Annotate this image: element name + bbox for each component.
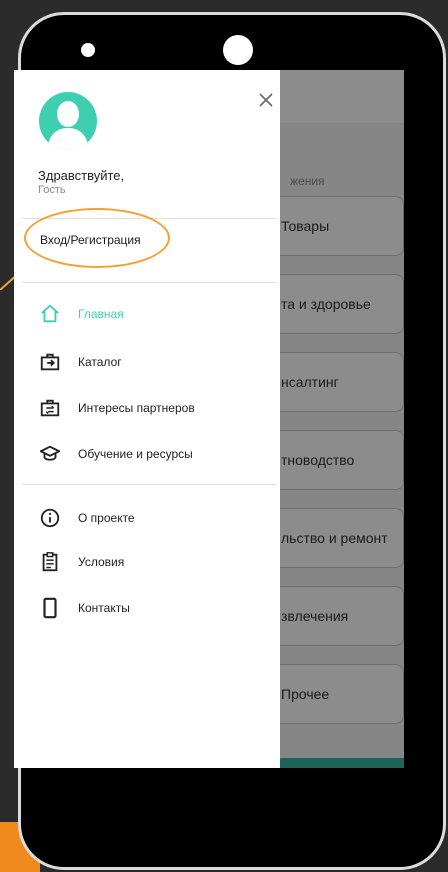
- info-icon: [38, 506, 62, 530]
- menu-item-label: Обучение и ресурсы: [78, 447, 193, 461]
- camera-sensor-dot: [81, 43, 95, 57]
- phone-screen: жения Товары та и здоровье нсалтинг тнов…: [14, 70, 404, 768]
- user-silhouette-icon: [47, 101, 89, 150]
- menu-item-terms[interactable]: Условия: [38, 550, 124, 574]
- menu-item-label: Интересы партнеров: [78, 401, 195, 415]
- login-register-link[interactable]: Вход/Регистрация: [40, 233, 141, 247]
- menu-item-label: Каталог: [78, 355, 122, 369]
- menu-item-label: Главная: [78, 307, 124, 321]
- greeting-text: Здравствуйте,: [38, 168, 125, 183]
- guest-label: Гость: [38, 184, 66, 196]
- front-camera: [223, 35, 253, 65]
- divider: [22, 282, 276, 283]
- briefcase-arrow-icon: [38, 350, 62, 374]
- home-icon: [38, 302, 62, 326]
- phone-icon: [38, 596, 62, 620]
- divider: [22, 484, 276, 485]
- graduation-cap-icon: [38, 442, 62, 466]
- close-icon: [259, 93, 273, 107]
- menu-item-contacts[interactable]: Контакты: [38, 596, 130, 620]
- menu-item-partners[interactable]: Интересы партнеров: [38, 396, 195, 420]
- menu-item-label: Условия: [78, 555, 125, 569]
- menu-item-about[interactable]: О проекте: [38, 506, 135, 530]
- navigation-drawer: Здравствуйте, Гость Вход/Регистрация Гла…: [14, 70, 280, 768]
- menu-item-catalog[interactable]: Каталог: [38, 350, 122, 374]
- menu-item-label: О проекте: [78, 511, 135, 525]
- briefcase-exchange-icon: [38, 396, 62, 420]
- menu-item-education[interactable]: Обучение и ресурсы: [38, 442, 193, 466]
- clipboard-icon: [38, 550, 62, 574]
- avatar: [39, 92, 97, 150]
- close-drawer-button[interactable]: [254, 88, 278, 112]
- menu-item-home[interactable]: Главная: [38, 302, 124, 326]
- menu-item-label: Контакты: [78, 601, 130, 615]
